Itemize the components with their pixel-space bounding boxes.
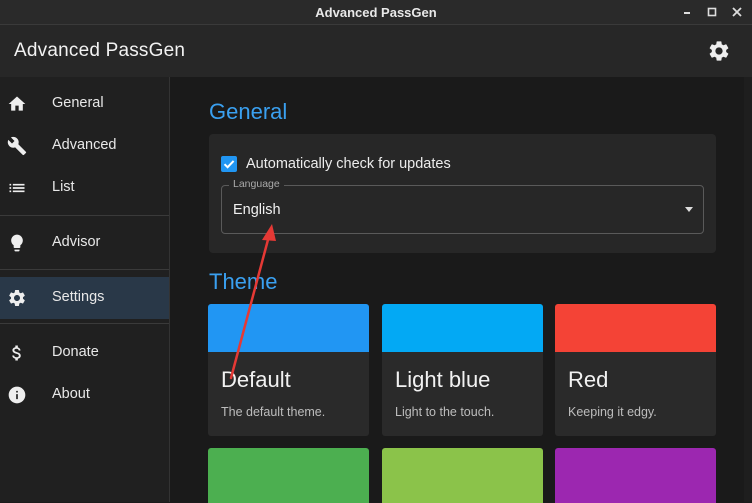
app-title: Advanced PassGen — [14, 40, 186, 61]
sidebar-item-list[interactable]: List — [0, 167, 169, 209]
language-select[interactable]: Language English — [221, 178, 704, 234]
close-icon — [732, 7, 742, 17]
sidebar-divider — [0, 269, 169, 270]
theme-card-light-green[interactable] — [382, 448, 543, 503]
theme-color-swatch — [382, 304, 543, 352]
maximize-icon — [707, 7, 717, 17]
language-value: English — [233, 202, 281, 218]
wrench-icon — [7, 136, 27, 156]
sidebar-item-general[interactable]: General — [0, 83, 169, 125]
theme-card-purple[interactable] — [555, 448, 716, 503]
theme-name: Default — [221, 367, 291, 392]
main-scrollbar[interactable] — [744, 77, 752, 502]
theme-name: Red — [568, 367, 609, 392]
chevron-down-icon — [685, 207, 693, 212]
theme-color-swatch — [555, 304, 716, 352]
theme-name: Light blue — [395, 367, 491, 392]
language-label: Language — [229, 178, 284, 190]
theme-description: Light to the touch. — [395, 405, 495, 419]
theme-card-light-blue[interactable]: Light blue Light to the touch. — [382, 304, 543, 436]
theme-card-red[interactable]: Red Keeping it edgy. — [555, 304, 716, 436]
window-titlebar: Advanced PassGen — [0, 0, 752, 25]
app-bar: Advanced PassGen — [0, 25, 752, 77]
sidebar-item-label: About — [52, 386, 90, 402]
theme-description: Keeping it edgy. — [568, 405, 657, 419]
sidebar-item-label: Settings — [52, 289, 105, 305]
sidebar-item-advanced[interactable]: Advanced — [0, 125, 169, 167]
sidebar-divider — [0, 215, 169, 216]
sidebar-item-about[interactable]: About — [0, 374, 169, 416]
theme-description: The default theme. — [221, 405, 326, 419]
sidebar-item-label: Advisor — [52, 234, 101, 250]
dollar-icon — [12, 345, 21, 361]
checkmark-icon — [223, 160, 235, 169]
sidebar-item-donate[interactable]: Donate — [0, 332, 169, 374]
theme-card-default[interactable]: Default The default theme. — [208, 304, 369, 436]
minimize-icon — [684, 12, 690, 14]
settings-gear-icon[interactable] — [707, 39, 731, 63]
theme-color-swatch — [208, 304, 369, 352]
auto-update-label: Automatically check for updates — [246, 156, 451, 172]
sidebar-item-label: Advanced — [52, 137, 117, 153]
minimize-button[interactable] — [678, 3, 696, 21]
theme-card-green[interactable] — [208, 448, 369, 503]
general-section-title: General — [209, 99, 288, 124]
sidebar-item-label: Donate — [52, 344, 99, 360]
close-button[interactable] — [728, 3, 746, 21]
theme-section-title: Theme — [209, 269, 278, 294]
gear-icon — [9, 290, 25, 306]
sidebar-item-settings[interactable]: Settings — [0, 277, 169, 319]
sidebar: General Advanced List Advisor Settings D… — [0, 77, 170, 502]
sidebar-item-label: List — [52, 179, 75, 195]
auto-update-checkbox[interactable] — [221, 156, 237, 172]
sidebar-item-advisor[interactable]: Advisor — [0, 222, 169, 264]
list-icon — [9, 183, 25, 193]
window-title: Advanced PassGen — [315, 5, 437, 20]
home-icon — [8, 96, 26, 111]
lightbulb-icon — [11, 234, 23, 252]
sidebar-item-label: General — [52, 95, 104, 111]
info-icon — [8, 386, 26, 404]
sidebar-divider — [0, 323, 169, 324]
maximize-button[interactable] — [703, 3, 721, 21]
